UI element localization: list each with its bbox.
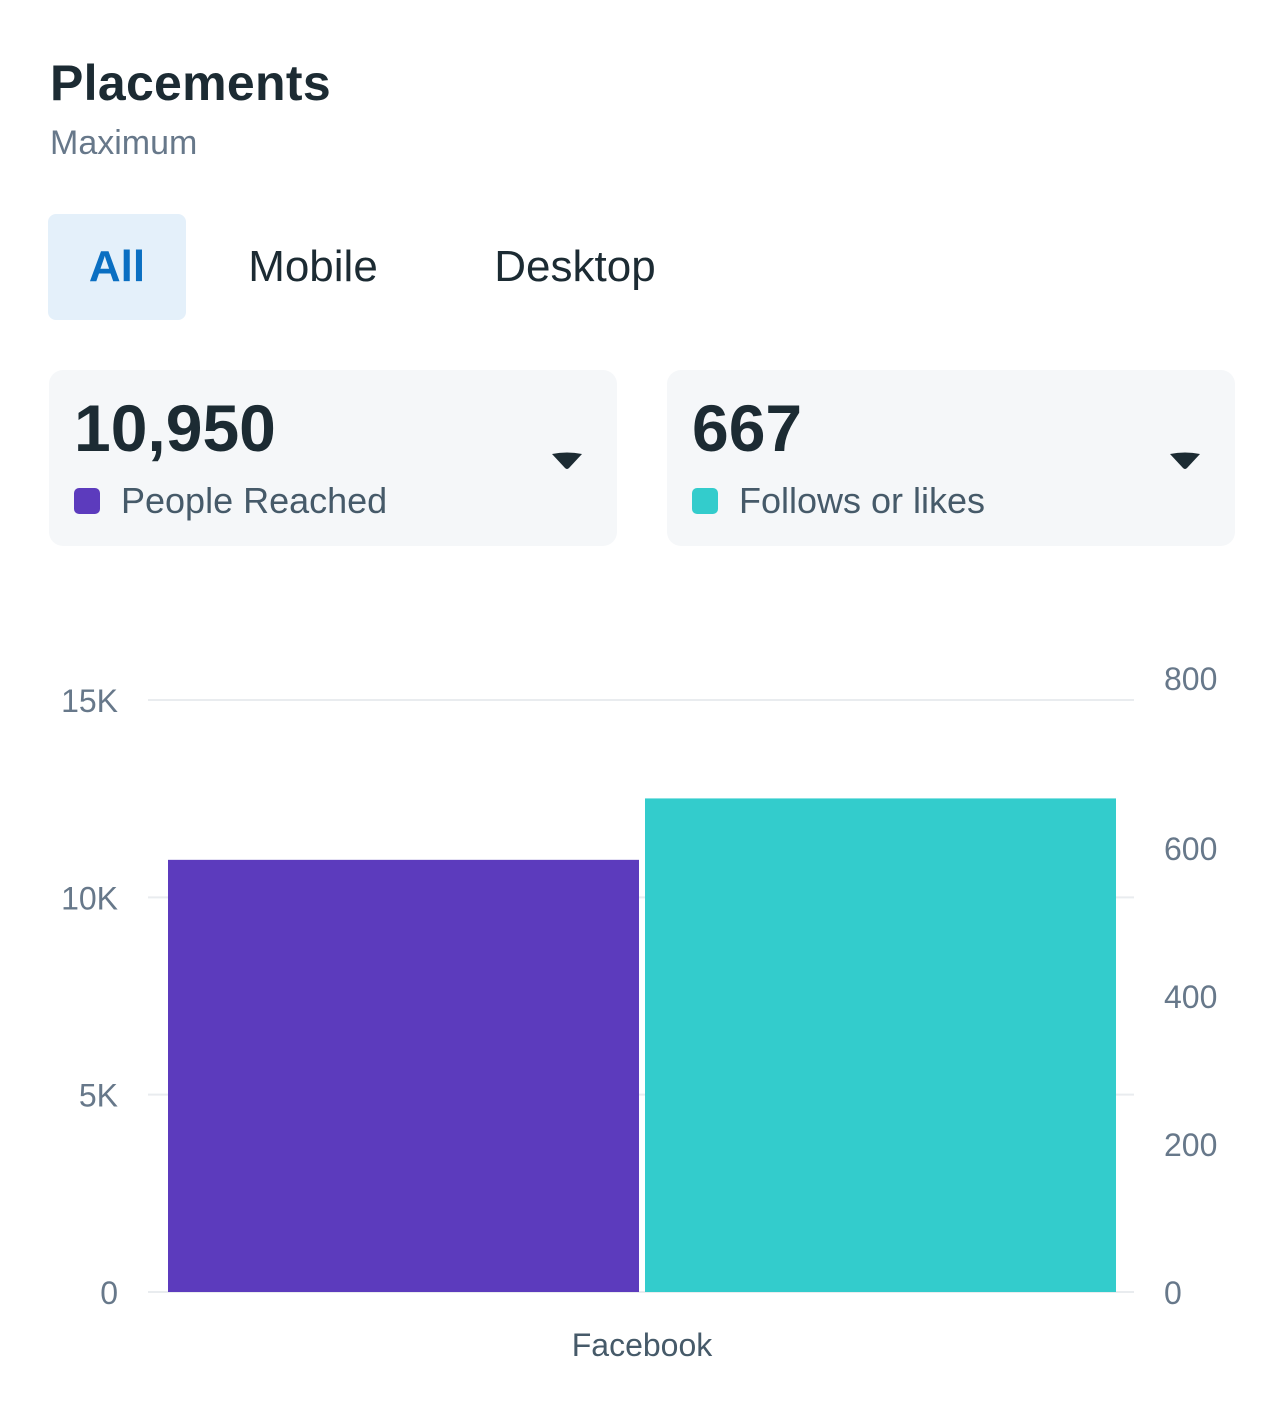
metric-label: People Reached bbox=[121, 480, 388, 521]
metric-card-follows-or-likes[interactable]: 667 Follows or likes bbox=[667, 370, 1235, 546]
legend-swatch-follows-or-likes bbox=[692, 488, 718, 514]
y-left-tick-label: 15K bbox=[61, 683, 118, 719]
legend-swatch-people-reached bbox=[74, 488, 100, 514]
y-right-tick-label: 800 bbox=[1164, 661, 1217, 697]
metric-value: 667 bbox=[692, 391, 803, 465]
metric-label: Follows or likes bbox=[739, 480, 986, 521]
tab-mobile[interactable]: Mobile bbox=[230, 214, 396, 320]
y-left-tick-label: 5K bbox=[79, 1078, 118, 1114]
tab-desktop[interactable]: Desktop bbox=[470, 214, 680, 320]
y-left-tick-label: 0 bbox=[100, 1275, 118, 1311]
y-right-tick-label: 0 bbox=[1164, 1275, 1182, 1311]
y-right-tick-label: 200 bbox=[1164, 1127, 1217, 1163]
page-subtitle: Maximum bbox=[50, 124, 198, 162]
chevron-down-icon[interactable] bbox=[551, 452, 583, 470]
bar-people-reached[interactable] bbox=[168, 859, 639, 1292]
y-right-tick-label: 400 bbox=[1164, 979, 1217, 1015]
placements-bar-chart: 0 5K 10K 15K 0 200 400 600 800 Facebook bbox=[61, 661, 1217, 1363]
x-category-label: Facebook bbox=[572, 1327, 714, 1363]
y-right-tick-label: 600 bbox=[1164, 831, 1217, 867]
metric-value: 10,950 bbox=[74, 391, 276, 465]
bar-follows-or-likes[interactable] bbox=[645, 798, 1116, 1292]
page-title: Placements bbox=[50, 55, 331, 111]
metric-card-people-reached[interactable]: 10,950 People Reached bbox=[49, 370, 617, 546]
y-left-tick-label: 10K bbox=[61, 880, 118, 916]
chevron-down-icon[interactable] bbox=[1169, 452, 1201, 470]
tab-all[interactable]: All bbox=[48, 214, 186, 320]
